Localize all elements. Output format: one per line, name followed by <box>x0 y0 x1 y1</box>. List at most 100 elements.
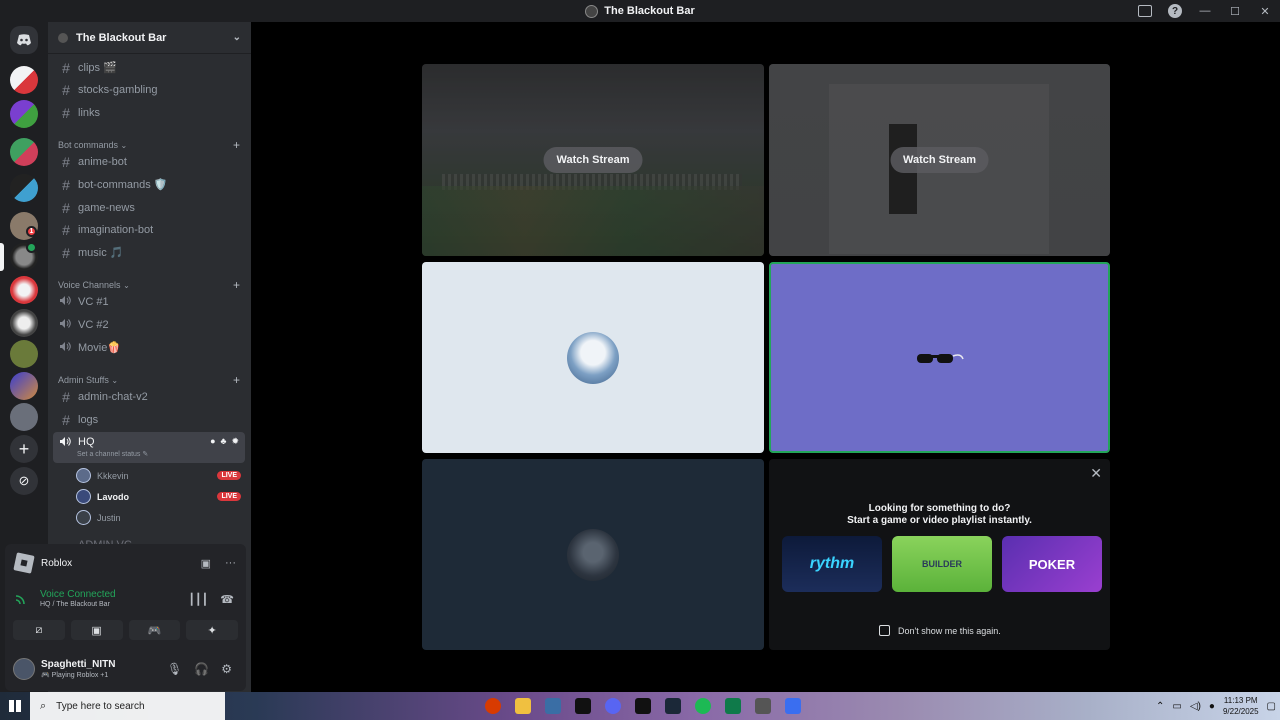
checkbox-icon[interactable] <box>879 625 890 636</box>
taskbar-search-input[interactable]: ⌕ Type here to search <box>30 692 225 720</box>
voice-user-name: Lavodo <box>97 491 130 502</box>
voice-user-lavodo[interactable]: Lavodo LIVE <box>76 487 241 506</box>
server-icon[interactable] <box>10 372 38 400</box>
stream-tile-kkkevin[interactable]: Watch Stream <box>422 64 764 256</box>
capcut-icon[interactable] <box>635 698 651 714</box>
server-icon[interactable] <box>10 309 38 337</box>
activities-button[interactable]: 🎮 <box>128 620 181 640</box>
screen-share-icon[interactable]: ▣ <box>201 557 211 570</box>
settings-gear-icon[interactable]: ✹ <box>231 436 239 447</box>
activity-prompt-line: Start a game or video playlist instantly… <box>847 515 1032 526</box>
voice-user-justin[interactable]: Justin <box>76 508 241 527</box>
windows-start-icon[interactable] <box>0 692 30 720</box>
server-folder-icon[interactable] <box>10 138 38 166</box>
user-settings-gear-icon[interactable]: ⚙ <box>221 662 232 676</box>
help-icon[interactable]: ? <box>1160 0 1190 22</box>
discord-home-icon[interactable] <box>10 26 38 54</box>
close-button[interactable]: ✕ <box>1250 0 1280 22</box>
invite-icon[interactable]: ♣ <box>221 436 227 447</box>
spotify-icon[interactable] <box>695 698 711 714</box>
server-icon[interactable] <box>10 403 38 431</box>
add-channel-icon[interactable]: + <box>233 138 240 152</box>
discord-taskbar-icon[interactable] <box>605 698 621 714</box>
dont-show-checkbox[interactable]: Don't show me this again. <box>879 625 1001 636</box>
channel-stocks-gambling[interactable]: # stocks-gambling <box>53 79 245 100</box>
close-icon[interactable]: ✕ <box>1090 465 1102 482</box>
server-icon[interactable] <box>10 340 38 368</box>
user-tile-speaking[interactable] <box>769 262 1110 453</box>
disconnect-icon[interactable]: ☎ <box>220 593 234 606</box>
server-header[interactable]: The Blackout Bar ⌄ <box>48 22 251 54</box>
server-icon[interactable] <box>10 276 38 304</box>
voice-channel-vc1[interactable]: VC #1 <box>53 291 245 312</box>
server-name: The Blackout Bar <box>76 31 167 44</box>
category-voice-channels[interactable]: Voice Channels ⌄ + <box>58 278 240 292</box>
avatar[interactable] <box>13 658 35 680</box>
roblox-taskbar-icon[interactable] <box>785 698 801 714</box>
share-screen-button[interactable]: ▣ <box>70 620 123 640</box>
add-channel-icon[interactable]: + <box>233 373 240 387</box>
discover-icon[interactable]: ⊘ <box>10 467 38 495</box>
title-bar: The Blackout Bar ? — ☐ ✕ <box>0 0 1280 22</box>
watch-stream-button[interactable]: Watch Stream <box>543 147 643 173</box>
category-bot-commands[interactable]: Bot commands ⌄ + <box>58 138 240 152</box>
channel-status-text: Set a channel status <box>77 451 141 458</box>
voice-user-kkkevin[interactable]: Kkkevin LIVE <box>76 466 241 485</box>
mouse-icon[interactable] <box>755 698 771 714</box>
minimize-button[interactable]: — <box>1190 0 1220 22</box>
activity-card-poker[interactable]: POKER <box>1002 536 1102 592</box>
channel-clips[interactable]: # clips 🎬 <box>53 57 245 78</box>
card-label: BUILDER <box>922 559 962 569</box>
notifications-icon[interactable]: ▢ <box>1267 701 1276 712</box>
inbox-icon[interactable] <box>1130 0 1160 22</box>
microphone-tray-icon[interactable]: ● <box>1209 701 1215 712</box>
channel-game-news[interactable]: # game-news <box>53 197 245 218</box>
category-admin-stuffs[interactable]: Admin Stuffs ⌄ + <box>58 373 240 387</box>
add-server-icon[interactable]: + <box>10 435 38 463</box>
file-explorer-icon[interactable] <box>515 698 531 714</box>
user-name[interactable]: Spaghetti_NITN <box>41 659 115 670</box>
soundboard-button[interactable]: ✦ <box>186 620 238 640</box>
microphone-icon[interactable]: 🎙 <box>167 662 182 676</box>
stream-tile-lavodo[interactable]: Watch Stream <box>769 64 1110 256</box>
channel-anime-bot[interactable]: # anime-bot <box>53 151 245 172</box>
voice-channel-hq[interactable]: HQ Set a channel status ✎ ● ♣ ✹ <box>53 432 245 463</box>
chat-bubble-icon[interactable]: ● <box>210 436 215 447</box>
steam-icon[interactable] <box>665 698 681 714</box>
user-panel: Roblox ▣ ··· Voice Connected HQ / The Bl… <box>5 544 246 691</box>
voice-channel-vc2[interactable]: VC #2 <box>53 314 245 335</box>
channel-links[interactable]: # links <box>53 102 245 123</box>
headphones-icon[interactable]: 🎧 <box>194 662 209 676</box>
app-icon[interactable] <box>725 698 741 714</box>
channel-status[interactable]: Set a channel status ✎ <box>77 450 148 458</box>
activity-card-rythm[interactable]: rythm <box>782 536 882 592</box>
add-channel-icon[interactable]: + <box>233 278 240 292</box>
minecraft-icon[interactable] <box>575 698 591 714</box>
server-folder-icon[interactable] <box>10 66 38 94</box>
clock[interactable]: 11:13 PM 9/22/2025 <box>1223 695 1259 717</box>
channel-imagination-bot[interactable]: # imagination-bot <box>53 219 245 240</box>
more-options-icon[interactable]: ··· <box>225 557 236 570</box>
voice-channel-movie[interactable]: Movie🍿 <box>53 337 245 358</box>
noise-suppression-icon[interactable]: ┃┃┃ <box>188 593 208 606</box>
channel-logs[interactable]: # logs <box>53 409 245 430</box>
channel-music[interactable]: # music 🎵 <box>53 242 245 263</box>
user-tile-frost[interactable] <box>422 262 764 453</box>
hash-icon: # <box>62 221 70 238</box>
opera-icon[interactable] <box>485 698 501 714</box>
store-icon[interactable] <box>545 698 561 714</box>
server-folder-icon[interactable] <box>10 174 38 202</box>
network-icon[interactable]: ▭ <box>1172 701 1181 712</box>
channel-bot-commands[interactable]: # bot-commands 🛡️ <box>53 174 245 195</box>
watch-stream-button[interactable]: Watch Stream <box>890 147 989 173</box>
camera-off-button[interactable]: ⧄ <box>13 620 65 640</box>
channel-label: VC #1 <box>78 295 109 308</box>
volume-icon[interactable]: ◁) <box>1190 701 1201 712</box>
channel-admin-chat-v2[interactable]: # admin-chat-v2 <box>53 386 245 407</box>
server-folder-icon[interactable] <box>10 100 38 128</box>
maximize-button[interactable]: ☐ <box>1220 0 1250 22</box>
search-placeholder: Type here to search <box>56 700 145 712</box>
chevron-up-icon[interactable]: ⌃ <box>1156 701 1164 712</box>
activity-card-builder[interactable]: BUILDER <box>892 536 992 592</box>
user-tile-knight[interactable] <box>422 459 764 650</box>
